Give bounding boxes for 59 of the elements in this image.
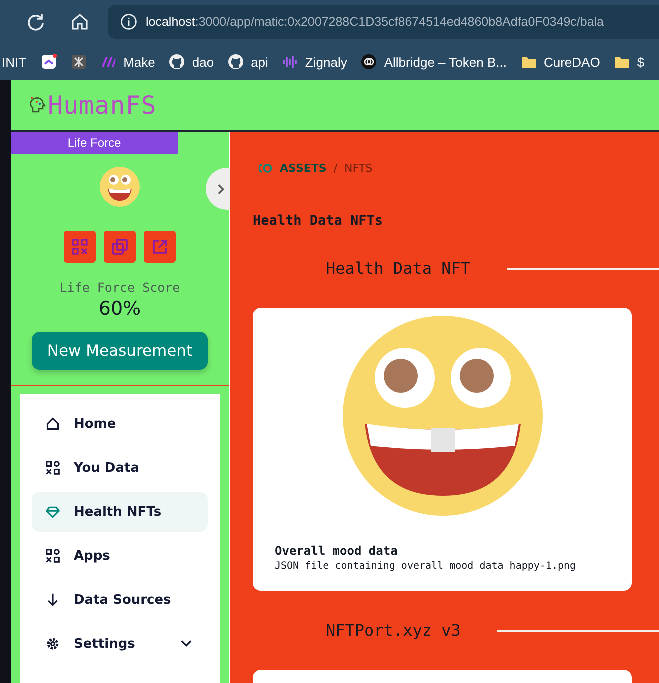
smiley-icon [100, 167, 140, 207]
breadcrumb-current: NFTS [344, 162, 373, 175]
nav-item[interactable]: Health NFTs [32, 492, 208, 532]
external-link-button[interactable] [144, 231, 176, 263]
bookmark[interactable] [40, 54, 57, 70]
home-icon [46, 417, 60, 431]
bookmark[interactable]: Make [100, 54, 156, 70]
ring-icon [361, 54, 378, 70]
chevron-right-icon [218, 184, 224, 194]
bookmark[interactable]: dao [169, 54, 214, 70]
down-arrow-icon [46, 593, 60, 607]
address-bar[interactable]: localhost:3000/app/matic:0x2007288C1D35cf8674514ed4860b8Adfa0F0349c/bala [108, 5, 659, 39]
folder-icon [520, 54, 537, 70]
external-link-icon [152, 239, 168, 255]
github-icon [228, 54, 244, 70]
qr-code-icon [72, 239, 88, 255]
assets-icon [259, 163, 273, 174]
info-icon [120, 13, 138, 31]
bookmark[interactable]: INIT [2, 54, 27, 70]
nav-item[interactable]: You Data [32, 448, 208, 488]
reload-icon[interactable] [26, 12, 46, 32]
settings-icon [46, 637, 60, 651]
copy-icon [112, 239, 128, 255]
qr-code-button[interactable] [64, 231, 96, 263]
page-heading: Health Data NFTs [253, 213, 384, 229]
github-icon [169, 54, 186, 70]
copy-button[interactable] [104, 231, 136, 263]
nav-item[interactable]: Settings [32, 624, 208, 664]
life-force-label: Life Force [11, 132, 178, 154]
score-label: Life Force Score [60, 280, 180, 295]
app-logo: HumanFS [48, 90, 157, 120]
nft-card[interactable]: Overall mood data JSON file containing overall mood data happy-1.png [253, 308, 632, 591]
bug-icon [70, 54, 87, 70]
card-description: JSON file containing overall mood data happy-1.png [275, 561, 578, 572]
grid-icon [46, 461, 60, 475]
waveform-icon [282, 54, 298, 70]
head-logo-icon [28, 95, 48, 115]
chevron-down-icon [181, 640, 192, 648]
new-measurement-button[interactable]: New Measurement [32, 332, 208, 370]
folder-icon [614, 54, 630, 70]
gem-icon [46, 505, 60, 519]
bookmark[interactable]: $ [614, 54, 645, 70]
card-title: Overall mood data [275, 544, 399, 558]
nav-item[interactable]: Data Sources [32, 580, 208, 620]
make-icon [100, 54, 117, 70]
nav-item[interactable]: Home [32, 404, 208, 444]
grid-icon [46, 549, 60, 563]
breadcrumb-separator: / [334, 162, 338, 175]
score-value: 60% [98, 298, 142, 320]
section-title: NFTPort.xyz v3 [326, 621, 461, 640]
home-icon[interactable] [70, 12, 90, 32]
section-title: Health Data NFT [326, 259, 470, 278]
nav-item[interactable]: Apps [32, 536, 208, 576]
bookmark[interactable] [70, 54, 87, 70]
bookmark[interactable]: Allbridge – Token B... [361, 54, 507, 70]
bookmark[interactable]: Zignaly [282, 54, 348, 70]
bookmark[interactable]: CureDAO [520, 54, 600, 70]
app-icon [40, 54, 57, 70]
bookmark[interactable]: api [228, 54, 268, 70]
